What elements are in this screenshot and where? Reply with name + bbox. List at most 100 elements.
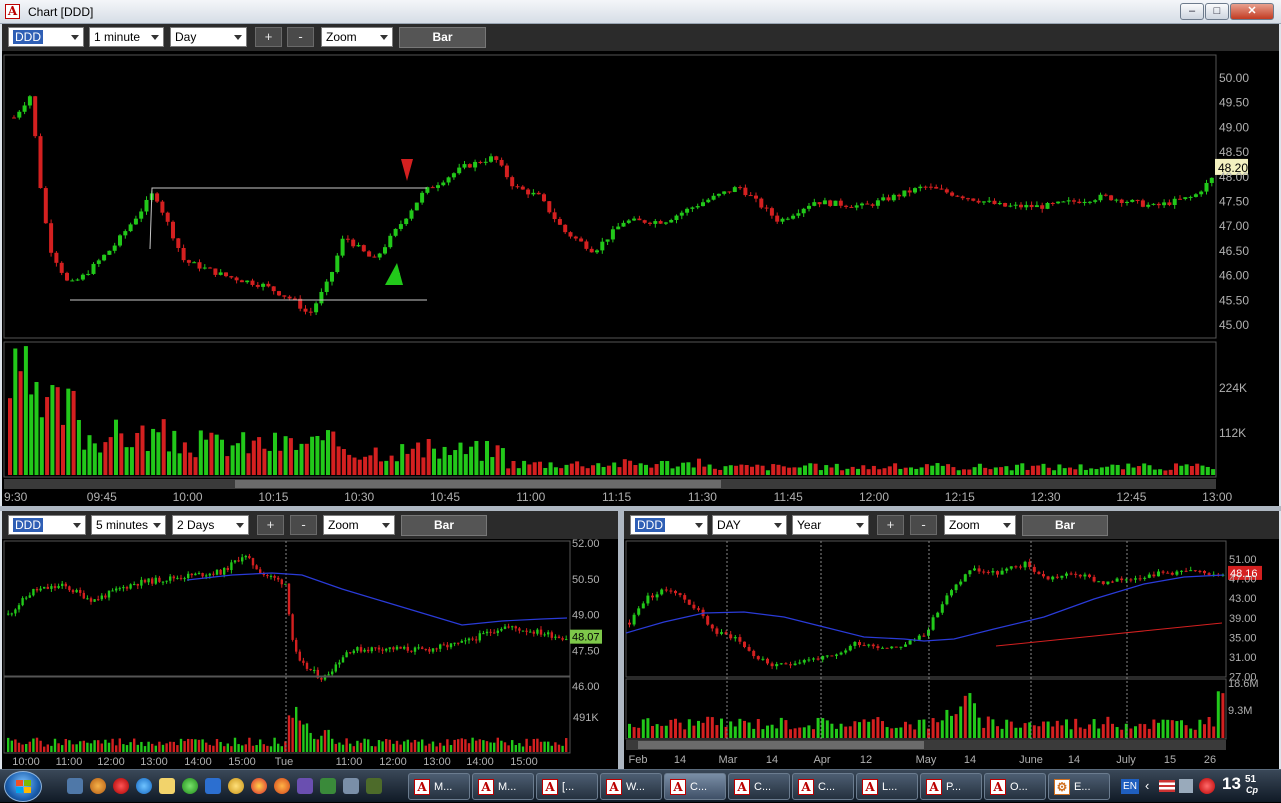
flag-icon[interactable] — [1159, 780, 1175, 792]
taskbar-item-4[interactable]: A W... — [600, 773, 662, 800]
taskbar-item-10[interactable]: A O... — [984, 773, 1046, 800]
taskbar-item-7[interactable]: A C... — [792, 773, 854, 800]
volume-bar — [914, 468, 919, 475]
candle-body — [234, 277, 239, 281]
show-desktop-icon[interactable] — [67, 778, 83, 794]
main-bar-style-button[interactable]: Bar — [399, 27, 486, 48]
volume-bar — [536, 738, 539, 752]
taskbar-item-8[interactable]: A L... — [856, 773, 918, 800]
firefox-icon[interactable] — [274, 778, 290, 794]
settings-gear-icon[interactable] — [90, 778, 106, 794]
intraday-range-select[interactable]: 2 Days — [172, 515, 249, 535]
main-zoom-select[interactable]: Zoom — [321, 27, 393, 47]
minimize-button[interactable]: – — [1180, 3, 1204, 20]
taskbar-item-11[interactable]: ⚙ E... — [1048, 773, 1110, 800]
utorrent-icon[interactable] — [320, 778, 336, 794]
daily-range-select[interactable]: Year — [792, 515, 869, 535]
speaker-icon[interactable] — [1179, 779, 1193, 793]
messenger-icon[interactable] — [159, 778, 175, 794]
candle-body — [936, 612, 940, 618]
main-chart[interactable]: 50.00 49.50 49.00 48.50 48.00 47.50 47.00 46.50… — [2, 51, 1279, 506]
intraday-chart-canvas[interactable]: 52.00 50.50 49.00 47.50 46.00 48.07 491K 10:00 1… — [2, 539, 618, 769]
taskbar-item-6[interactable]: A C... — [728, 773, 790, 800]
candle-body — [91, 263, 96, 274]
daily-symbol-select[interactable]: DDD — [630, 515, 708, 535]
network-icon[interactable] — [205, 778, 221, 794]
taskbar-item-3[interactable]: A [... — [536, 773, 598, 800]
daily-chart-canvas[interactable]: 51.0047.0043.0039.0035.0031.0027.0048.16… — [624, 539, 1279, 769]
volume-bar — [950, 715, 953, 738]
main-range-select[interactable]: Day — [170, 27, 247, 47]
candle-body — [133, 218, 138, 225]
daily-zoom-select[interactable]: Zoom — [944, 515, 1016, 535]
opera-icon[interactable] — [113, 778, 129, 794]
daily-interval-select[interactable]: DAY — [712, 515, 787, 535]
main-interval-select[interactable]: 1 minute — [89, 27, 164, 47]
internet-explorer-icon[interactable] — [136, 778, 152, 794]
volume-bar — [385, 739, 388, 752]
intraday-zoom-select[interactable]: Zoom — [323, 515, 395, 535]
volume-bar — [564, 464, 569, 475]
taskbar-item-9[interactable]: A P... — [920, 773, 982, 800]
main-zoom-in-button[interactable]: + — [255, 27, 282, 47]
taskbar-item-2[interactable]: A M... — [472, 773, 534, 800]
volume-bar — [453, 450, 458, 475]
volume-bar — [963, 695, 967, 738]
volume-bar — [991, 719, 995, 738]
candle-body — [39, 588, 42, 591]
candle-body — [65, 272, 69, 281]
close-button[interactable]: ✕ — [1230, 3, 1274, 20]
chrome-icon[interactable] — [251, 778, 267, 794]
main-chart-canvas[interactable]: 50.0049.5049.0048.5048.0047.5047.0046.50… — [2, 51, 1279, 506]
volume-bar — [569, 463, 574, 475]
main-symbol-select[interactable]: DDD — [8, 27, 84, 47]
start-button[interactable] — [4, 771, 42, 802]
media-icon[interactable] — [228, 778, 244, 794]
volume-bar — [733, 726, 737, 738]
intraday-interval-select[interactable]: 5 minutes — [91, 515, 166, 535]
candle-body — [271, 286, 276, 292]
intraday-symbol-select[interactable]: DDD — [8, 515, 86, 535]
daily-zoom-out-button[interactable]: - — [910, 515, 937, 535]
intraday-zoom-out-button[interactable]: - — [290, 515, 317, 535]
maximize-button[interactable]: □ — [1205, 3, 1229, 20]
daily-bar-style-button[interactable]: Bar — [1022, 515, 1108, 536]
taskbar-item-5-active[interactable]: A C... — [664, 773, 726, 800]
candle-body — [816, 658, 820, 660]
volume-bar — [349, 743, 352, 752]
daily-chart[interactable]: 51.00 47.00 43.00 39.00 35.00 31.00 27.00 48.16… — [624, 539, 1279, 769]
intraday-chart[interactable]: 52.00 50.50 49.00 47.50 46.00 48.07 491K 10:00 1… — [2, 539, 618, 769]
volume-bar — [917, 719, 921, 738]
time-axis-label: 14 — [1068, 754, 1080, 766]
icq-icon[interactable] — [182, 778, 198, 794]
volume-bar — [962, 469, 966, 475]
candle-body — [399, 646, 402, 649]
daily-zoom-in-button[interactable]: + — [877, 515, 904, 535]
candle-body — [239, 280, 244, 283]
volume-bar — [241, 432, 246, 475]
intraday-toolbar: DDD 5 minutes 2 Days + - Zoom Bar — [2, 511, 618, 539]
main-zoom-out-button[interactable]: - — [287, 27, 314, 47]
intraday-bar-style-button[interactable]: Bar — [401, 515, 487, 536]
language-indicator[interactable]: EN — [1121, 779, 1139, 794]
game-icon[interactable] — [366, 778, 382, 794]
candle-body — [891, 194, 896, 201]
candle-body — [359, 647, 363, 652]
scrollbar-thumb — [235, 480, 721, 488]
volume-bar — [999, 467, 1004, 475]
intraday-zoom-in-button[interactable]: + — [257, 515, 284, 535]
opera-tray-icon[interactable] — [1199, 778, 1215, 794]
volume-bar — [363, 456, 368, 475]
search-icon[interactable] — [343, 778, 359, 794]
winamp-icon[interactable] — [297, 778, 313, 794]
taskbar-item-1[interactable]: A M... — [408, 773, 470, 800]
volume-bar — [209, 432, 214, 475]
candle-body — [807, 659, 811, 661]
tray-expand-icon[interactable]: ‹ — [1145, 778, 1149, 793]
candle-body — [568, 232, 573, 237]
candle-body — [674, 215, 679, 220]
candle-body — [1157, 571, 1160, 577]
clock[interactable]: 13 51 Cp — [1222, 774, 1258, 795]
volume-bar — [718, 469, 723, 475]
candle-body — [955, 195, 960, 197]
